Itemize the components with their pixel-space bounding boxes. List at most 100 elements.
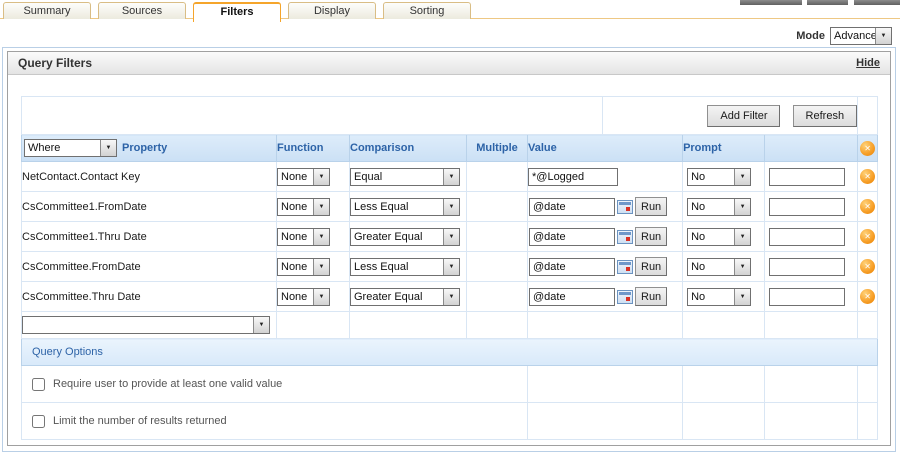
function-select[interactable]: None▼ bbox=[277, 258, 330, 276]
comparison-select[interactable]: Greater Equal▼ bbox=[350, 288, 460, 306]
calendar-icon-dot bbox=[626, 207, 630, 211]
calendar-icon-dot bbox=[626, 297, 630, 301]
query-filters-header: Query Filters Hide bbox=[8, 52, 890, 75]
toolbar-button-partial[interactable] bbox=[854, 0, 900, 5]
value-cell bbox=[528, 162, 683, 192]
chevron-down-icon: ▼ bbox=[313, 289, 329, 305]
prompt-select[interactable]: No▼ bbox=[687, 228, 751, 246]
property-cell: CsCommittee.Thru Date bbox=[22, 282, 277, 312]
toolbar-button-partial[interactable] bbox=[807, 0, 848, 5]
prompt-text-input[interactable] bbox=[769, 288, 845, 306]
calendar-icon[interactable] bbox=[617, 230, 633, 244]
empty-cell bbox=[528, 312, 683, 339]
run-button[interactable]: Run bbox=[635, 227, 667, 246]
delete-row-icon[interactable]: ✕ bbox=[860, 169, 875, 184]
property-cell: CsCommittee1.Thru Date bbox=[22, 222, 277, 252]
where-select[interactable]: Where ▼ bbox=[24, 139, 117, 157]
limit-results-checkbox[interactable] bbox=[32, 415, 45, 428]
delete-row-icon[interactable]: ✕ bbox=[860, 259, 875, 274]
query-options-bar: Query Options bbox=[22, 339, 878, 366]
add-filter-button[interactable]: Add Filter bbox=[707, 105, 780, 127]
run-button[interactable]: Run bbox=[635, 257, 667, 276]
tab-display[interactable]: Display bbox=[288, 2, 376, 19]
value-input[interactable] bbox=[529, 288, 615, 306]
calendar-icon-bar bbox=[619, 292, 631, 295]
empty-cell bbox=[765, 366, 858, 403]
delete-row-icon[interactable]: ✕ bbox=[860, 289, 875, 304]
calendar-icon-dot bbox=[626, 237, 630, 241]
toolbar-row: Add Filter Refresh bbox=[22, 97, 878, 135]
mode-row: Mode Advanced ▼ bbox=[796, 27, 892, 45]
calendar-icon[interactable] bbox=[617, 290, 633, 304]
extra-header bbox=[765, 135, 858, 162]
chevron-down-icon: ▼ bbox=[100, 140, 116, 156]
property-header: Property bbox=[122, 142, 167, 154]
value-input[interactable] bbox=[529, 198, 615, 216]
value-input[interactable] bbox=[529, 258, 615, 276]
calendar-icon-bar bbox=[619, 262, 631, 265]
tab-summary[interactable]: Summary bbox=[3, 2, 91, 19]
tab-sources[interactable]: Sources bbox=[98, 2, 186, 19]
comparison-select[interactable]: Equal▼ bbox=[350, 168, 460, 186]
function-select[interactable]: None▼ bbox=[277, 168, 330, 186]
where-property-header: Where ▼ Property bbox=[22, 135, 277, 162]
chevron-down-icon: ▼ bbox=[443, 259, 459, 275]
comparison-select[interactable]: Less Equal▼ bbox=[350, 198, 460, 216]
prompt-text-input[interactable] bbox=[769, 168, 845, 186]
empty-cell bbox=[528, 403, 683, 440]
prompt-text-input[interactable] bbox=[769, 258, 845, 276]
table-header-row: Where ▼ Property Function Comparison Mul… bbox=[22, 135, 878, 162]
function-select[interactable]: None▼ bbox=[277, 288, 330, 306]
chevron-down-icon: ▼ bbox=[443, 229, 459, 245]
filters-table: Add Filter Refresh Where ▼ bbox=[21, 96, 878, 440]
tab-strip: Summary Sources Filters Display Sorting bbox=[3, 2, 471, 22]
require-value-checkbox[interactable] bbox=[32, 378, 45, 391]
prompt-select[interactable]: No▼ bbox=[687, 198, 751, 216]
option-cell: Limit the number of results returned bbox=[22, 403, 528, 440]
hide-link[interactable]: Hide bbox=[856, 57, 880, 69]
empty-cell bbox=[528, 366, 683, 403]
chevron-down-icon: ▼ bbox=[734, 259, 750, 275]
comparison-select[interactable]: Less Equal▼ bbox=[350, 258, 460, 276]
comparison-header: Comparison bbox=[350, 135, 467, 162]
chevron-down-icon: ▼ bbox=[443, 199, 459, 215]
run-button[interactable]: Run bbox=[635, 197, 667, 216]
chevron-down-icon: ▼ bbox=[734, 229, 750, 245]
calendar-icon[interactable] bbox=[617, 260, 633, 274]
filters-outer-panel: Query Filters Hide Add Filter bbox=[2, 47, 896, 452]
calendar-icon[interactable] bbox=[617, 200, 633, 214]
delete-all-icon[interactable]: ✕ bbox=[860, 141, 875, 156]
value-input[interactable] bbox=[529, 228, 615, 246]
run-button[interactable]: Run bbox=[635, 287, 667, 306]
prompt-text-input[interactable] bbox=[769, 198, 845, 216]
multiple-cell bbox=[467, 192, 528, 222]
chevron-down-icon: ▼ bbox=[734, 199, 750, 215]
new-property-select[interactable]: ▼ bbox=[22, 316, 270, 334]
chevron-down-icon: ▼ bbox=[253, 317, 269, 333]
mode-select[interactable]: Advanced ▼ bbox=[830, 27, 892, 45]
chevron-down-icon: ▼ bbox=[734, 169, 750, 185]
value-header: Value bbox=[528, 135, 683, 162]
delete-row-icon[interactable]: ✕ bbox=[860, 229, 875, 244]
chevron-down-icon: ▼ bbox=[734, 289, 750, 305]
chevron-down-icon: ▼ bbox=[443, 169, 459, 185]
function-select[interactable]: None▼ bbox=[277, 228, 330, 246]
prompt-select[interactable]: No▼ bbox=[687, 288, 751, 306]
empty-cell bbox=[765, 403, 858, 440]
comparison-select[interactable]: Greater Equal▼ bbox=[350, 228, 460, 246]
value-input[interactable] bbox=[528, 168, 618, 186]
function-select[interactable]: None▼ bbox=[277, 198, 330, 216]
empty-cell bbox=[683, 403, 765, 440]
tab-sorting[interactable]: Sorting bbox=[383, 2, 471, 19]
tab-filters[interactable]: Filters bbox=[193, 2, 281, 22]
prompt-select[interactable]: No▼ bbox=[687, 258, 751, 276]
prompt-text-input[interactable] bbox=[769, 228, 845, 246]
delete-row-icon[interactable]: ✕ bbox=[860, 199, 875, 214]
chevron-down-icon: ▼ bbox=[443, 289, 459, 305]
filter-row: CsCommittee.FromDate None▼ Less Equal▼ R… bbox=[22, 252, 878, 282]
empty-cell bbox=[467, 312, 528, 339]
toolbar-button-partial[interactable] bbox=[740, 0, 802, 5]
refresh-button[interactable]: Refresh bbox=[793, 105, 858, 127]
empty-cell bbox=[683, 312, 765, 339]
prompt-select[interactable]: No▼ bbox=[687, 168, 751, 186]
